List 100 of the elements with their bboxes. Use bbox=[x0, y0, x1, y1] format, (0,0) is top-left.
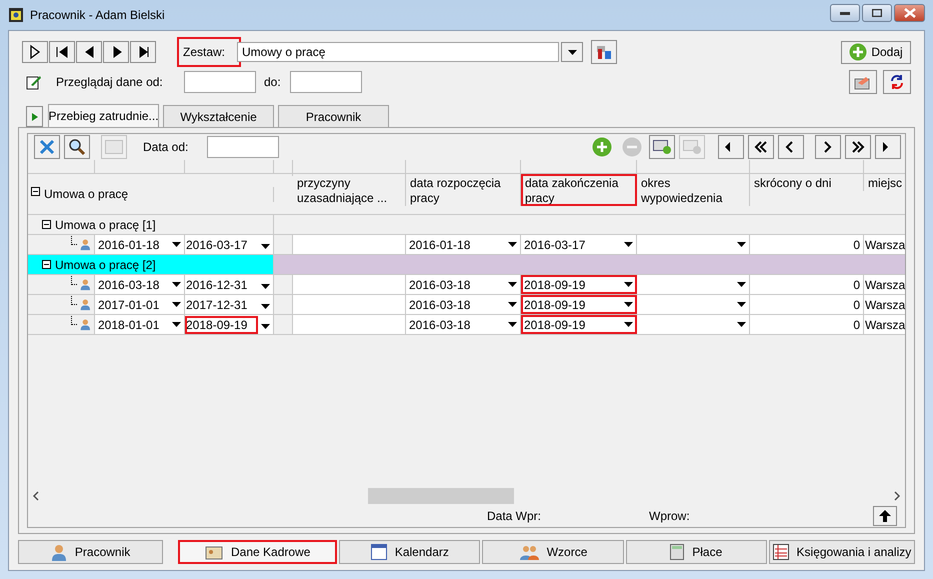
play-button[interactable] bbox=[26, 106, 43, 127]
ledger-icon bbox=[772, 544, 789, 560]
dropdown-arrow-icon bbox=[568, 50, 577, 54]
dropdown-arrow-icon bbox=[172, 322, 181, 327]
date-to-field[interactable] bbox=[290, 71, 362, 93]
refresh-button[interactable] bbox=[883, 70, 911, 94]
entered-by-label: Wprow: bbox=[649, 509, 690, 523]
first-icon[interactable] bbox=[748, 135, 774, 159]
window-title: Pracownik - Adam Bielski bbox=[30, 8, 165, 22]
combo-value: Umowy o pracę bbox=[242, 45, 326, 59]
dropdown-arrow-icon bbox=[172, 242, 181, 247]
maximize-button[interactable] bbox=[862, 4, 892, 22]
close-icon bbox=[904, 8, 916, 18]
date-to-cell: 2018-09-19 bbox=[185, 316, 258, 334]
number-value: 0 bbox=[853, 318, 860, 332]
cell-text: Warsza bbox=[865, 278, 905, 292]
module-tab[interactable]: Księgowania i analizy bbox=[768, 540, 915, 564]
minimize-button[interactable] bbox=[830, 4, 860, 22]
maximize-icon bbox=[872, 9, 882, 17]
dropdown-arrow-icon bbox=[261, 284, 270, 288]
date-from-label: Data od: bbox=[143, 140, 190, 154]
config-icon bbox=[595, 44, 614, 60]
collapse-icon[interactable] bbox=[42, 260, 51, 269]
export-icon bbox=[854, 74, 872, 90]
date-to-cell-text: 2016-03-17 bbox=[185, 236, 248, 254]
previous-icon[interactable] bbox=[76, 41, 102, 63]
dropdown-arrow-icon bbox=[737, 242, 746, 247]
date-value: 2018-09-19 bbox=[524, 278, 586, 292]
next-icon[interactable] bbox=[103, 41, 129, 63]
dropdown-arrow-icon bbox=[737, 302, 746, 307]
up-button[interactable] bbox=[873, 506, 897, 526]
date-value: 2016-03-18 bbox=[409, 318, 472, 332]
dropdown-arrow-icon bbox=[624, 242, 633, 247]
module-tab[interactable]: Kalendarz bbox=[339, 540, 480, 564]
calendar-icon bbox=[370, 544, 387, 560]
edit-icon bbox=[26, 74, 42, 90]
first-record-icon[interactable] bbox=[49, 41, 75, 63]
scrollbar-thumb[interactable] bbox=[368, 488, 514, 504]
people-icon bbox=[518, 544, 539, 560]
id-card-icon bbox=[205, 544, 224, 560]
column-header[interactable]: skrócony o dni bbox=[750, 174, 864, 191]
column-header[interactable]: data zakończenia pracy bbox=[521, 174, 637, 206]
column-header[interactable]: okres wypowiedzenia bbox=[637, 174, 750, 206]
zestaw-label: Zestaw: bbox=[183, 45, 226, 59]
module-tab[interactable]: Wzorce bbox=[482, 540, 624, 564]
last-record-icon[interactable] bbox=[130, 41, 156, 63]
play-icon[interactable] bbox=[22, 41, 48, 63]
scroll-left-icon[interactable] bbox=[32, 491, 40, 501]
dropdown-arrow-icon bbox=[172, 302, 181, 307]
tab[interactable]: Przebieg zatrudnie... bbox=[48, 104, 159, 127]
date-value: 2016-03-17 bbox=[524, 238, 586, 252]
number-value: 0 bbox=[853, 298, 860, 312]
export-button[interactable] bbox=[849, 70, 877, 94]
date-from-cell: 2016-01-18 bbox=[95, 235, 185, 254]
close-button[interactable] bbox=[894, 4, 925, 22]
cell-text: Warsza bbox=[865, 238, 905, 252]
module-tab[interactable]: Dane Kadrowe bbox=[178, 540, 338, 564]
module-tab[interactable]: Płace bbox=[626, 540, 767, 564]
dropdown-arrow-icon bbox=[737, 282, 746, 287]
dropdown-arrow-icon bbox=[624, 322, 633, 327]
dropdown-arrow-icon bbox=[508, 282, 517, 287]
date-from-cell: 2017-01-01 bbox=[95, 295, 185, 314]
column-header[interactable]: przyczyny uzasadniające ... bbox=[293, 174, 406, 206]
scroll-left-icon[interactable] bbox=[718, 135, 744, 159]
dropdown-arrow-icon bbox=[508, 302, 517, 307]
collapse-icon[interactable] bbox=[42, 220, 51, 229]
dropdown-arrow-icon bbox=[261, 304, 270, 308]
tree-header: Umowa o pracę bbox=[44, 186, 128, 202]
date-to-cell-text: 2016-12-31 bbox=[185, 276, 248, 294]
add-record-icon[interactable] bbox=[649, 135, 675, 159]
next-icon[interactable] bbox=[815, 135, 841, 159]
date-value: 2018-09-19 bbox=[524, 298, 586, 312]
scroll-right-icon[interactable] bbox=[875, 135, 901, 159]
zestaw-field[interactable]: Zestaw: bbox=[177, 37, 242, 67]
column-header[interactable]: miejsc bbox=[864, 174, 905, 191]
previous-icon[interactable] bbox=[778, 135, 804, 159]
date-from-field[interactable] bbox=[207, 136, 279, 158]
dropdown-arrow-icon bbox=[261, 324, 270, 328]
date-to-cell-text: 2017-12-31 bbox=[185, 296, 248, 314]
dropdown-arrow-icon bbox=[737, 322, 746, 327]
column-header[interactable]: data rozpoczęcia pracy bbox=[406, 174, 521, 206]
dropdown-arrow-icon bbox=[624, 282, 633, 287]
set-config-button[interactable] bbox=[591, 40, 618, 64]
refresh-icon bbox=[889, 74, 905, 90]
search-icon[interactable] bbox=[64, 135, 90, 159]
tab[interactable]: Pracownik bbox=[278, 105, 389, 127]
scroll-right-icon[interactable] bbox=[893, 491, 901, 501]
date-from-cell: 2016-03-18 bbox=[95, 275, 185, 294]
add-button[interactable]: Dodaj bbox=[841, 40, 911, 64]
dropdown-arrow-icon bbox=[261, 244, 270, 248]
dropdown-button[interactable] bbox=[561, 42, 584, 62]
collapse-icon[interactable] bbox=[31, 186, 40, 196]
tab[interactable]: Wykształcenie bbox=[163, 105, 274, 127]
number-value: 0 bbox=[853, 238, 860, 252]
tree-node[interactable]: Umowa o pracę [2] bbox=[28, 255, 274, 274]
dropdown-arrow-icon bbox=[508, 242, 517, 247]
module-tab[interactable]: Pracownik bbox=[18, 540, 164, 564]
tree-node[interactable]: Umowa o pracę [1] bbox=[28, 215, 274, 234]
last-icon[interactable] bbox=[845, 135, 871, 159]
date-from-field[interactable] bbox=[184, 71, 256, 93]
